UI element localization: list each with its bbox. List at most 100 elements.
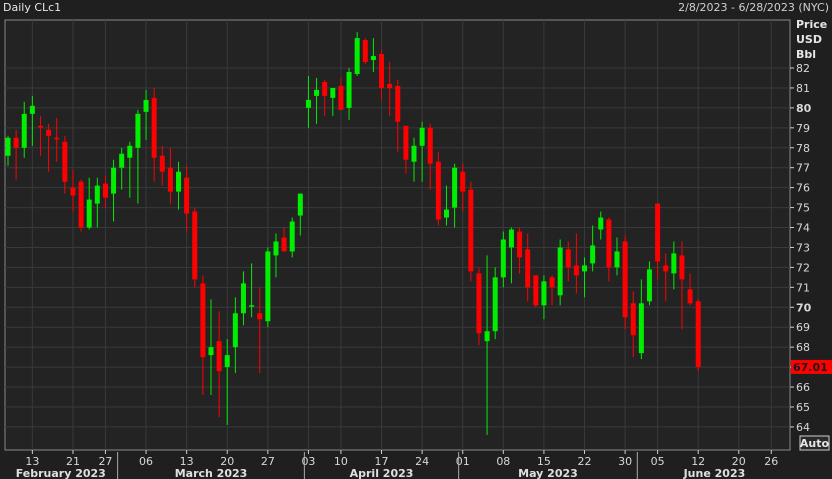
candle-up[interactable]: [289, 221, 295, 252]
candle-down[interactable]: [102, 183, 108, 198]
candle-up[interactable]: [297, 193, 303, 216]
candle-down[interactable]: [476, 273, 482, 334]
candle-up[interactable]: [21, 113, 27, 148]
candle-up[interactable]: [265, 251, 271, 322]
candle-down[interactable]: [200, 283, 206, 358]
candle-up[interactable]: [127, 145, 133, 158]
y-tick-label: 66: [796, 381, 810, 394]
auto-scale-label[interactable]: Auto: [800, 437, 830, 450]
candle-up[interactable]: [557, 247, 563, 296]
candle-up[interactable]: [508, 229, 514, 248]
y-tick-label: 64: [796, 421, 810, 434]
candle-up[interactable]: [419, 127, 425, 146]
candle-up[interactable]: [5, 137, 11, 156]
candle-down[interactable]: [427, 127, 433, 164]
candle-down[interactable]: [387, 83, 393, 88]
candle-up[interactable]: [484, 331, 490, 342]
candle-up[interactable]: [590, 245, 596, 264]
candle-up[interactable]: [500, 239, 506, 278]
candle-up[interactable]: [411, 145, 417, 162]
candle-down[interactable]: [663, 265, 669, 272]
candle-down[interactable]: [565, 249, 571, 268]
candle-down[interactable]: [13, 137, 19, 148]
candle-up[interactable]: [346, 71, 352, 108]
x-tick-label: 06: [139, 455, 153, 468]
candle-down[interactable]: [184, 177, 190, 214]
candle-down[interactable]: [687, 289, 693, 304]
candle-up[interactable]: [541, 281, 547, 306]
candle-down[interactable]: [362, 40, 368, 63]
candle-down[interactable]: [54, 137, 60, 140]
candle-up[interactable]: [240, 283, 246, 314]
candle-up[interactable]: [135, 113, 141, 148]
candle-up[interactable]: [614, 251, 620, 268]
candle-up[interactable]: [208, 347, 214, 356]
candle-down[interactable]: [606, 219, 612, 268]
candle-down[interactable]: [695, 301, 701, 367]
candle-down[interactable]: [78, 181, 84, 228]
candle-up[interactable]: [638, 303, 644, 354]
candle-up[interactable]: [314, 89, 320, 96]
candle-up[interactable]: [94, 185, 100, 204]
y-tick-label: 77: [796, 162, 810, 175]
candle-up[interactable]: [232, 313, 238, 348]
candle-down[interactable]: [257, 313, 263, 320]
candle-down[interactable]: [460, 171, 466, 192]
candle-up[interactable]: [443, 209, 449, 218]
candle-down[interactable]: [435, 161, 441, 220]
candle-down[interactable]: [533, 275, 539, 306]
candle-up[interactable]: [111, 167, 117, 194]
candle-down[interactable]: [395, 85, 401, 122]
candle-down[interactable]: [403, 125, 409, 160]
candle-up[interactable]: [330, 87, 336, 98]
candle-up[interactable]: [86, 199, 92, 228]
candle-up[interactable]: [582, 265, 588, 272]
y-tick-label: 81: [796, 82, 810, 95]
candle-down[interactable]: [622, 241, 628, 318]
y-tick-label: 69: [796, 321, 810, 334]
candle-down[interactable]: [679, 255, 685, 280]
candle-down[interactable]: [549, 277, 555, 288]
y-tick-label: 70: [796, 301, 812, 314]
candle-down[interactable]: [338, 85, 344, 110]
candle-down[interactable]: [630, 303, 636, 336]
candle-up[interactable]: [354, 38, 360, 74]
candle-down[interactable]: [322, 81, 328, 96]
candle-down[interactable]: [167, 167, 173, 192]
y-tick-label: 78: [796, 142, 810, 155]
candle-up[interactable]: [249, 305, 255, 307]
candle-up[interactable]: [598, 217, 604, 230]
candle-down[interactable]: [151, 97, 157, 158]
y-tick-label: 71: [796, 281, 810, 294]
candle-up[interactable]: [492, 277, 498, 332]
candle-down[interactable]: [517, 231, 523, 258]
candle-down[interactable]: [216, 341, 222, 372]
candle-up[interactable]: [119, 153, 125, 168]
candle-up[interactable]: [224, 355, 230, 368]
candle-down[interactable]: [37, 125, 43, 128]
candle-up[interactable]: [452, 167, 458, 208]
candle-down[interactable]: [525, 249, 531, 288]
candle-down[interactable]: [159, 155, 165, 172]
candle-down[interactable]: [281, 237, 287, 252]
candle-down[interactable]: [655, 203, 661, 262]
candle-down[interactable]: [70, 187, 76, 196]
candle-down[interactable]: [62, 141, 68, 182]
candle-down[interactable]: [468, 189, 474, 272]
candle-down[interactable]: [192, 211, 198, 280]
candle-down[interactable]: [46, 129, 52, 136]
candle-up[interactable]: [29, 105, 35, 114]
y-tick-label: 74: [796, 222, 810, 235]
month-label: April 2023: [350, 467, 414, 479]
candle-down[interactable]: [379, 54, 385, 88]
y-tick-label: 82: [796, 62, 810, 75]
candle-up[interactable]: [646, 269, 652, 302]
candle-up[interactable]: [143, 99, 149, 112]
candle-up[interactable]: [671, 253, 677, 274]
candle-up[interactable]: [370, 56, 376, 61]
candle-up[interactable]: [273, 241, 279, 256]
candle-up[interactable]: [305, 99, 311, 108]
candle-up[interactable]: [176, 171, 182, 192]
candlestick-chart[interactable]: 6465666768697071727374757677787980818213…: [0, 0, 832, 479]
candle-down[interactable]: [573, 265, 579, 276]
